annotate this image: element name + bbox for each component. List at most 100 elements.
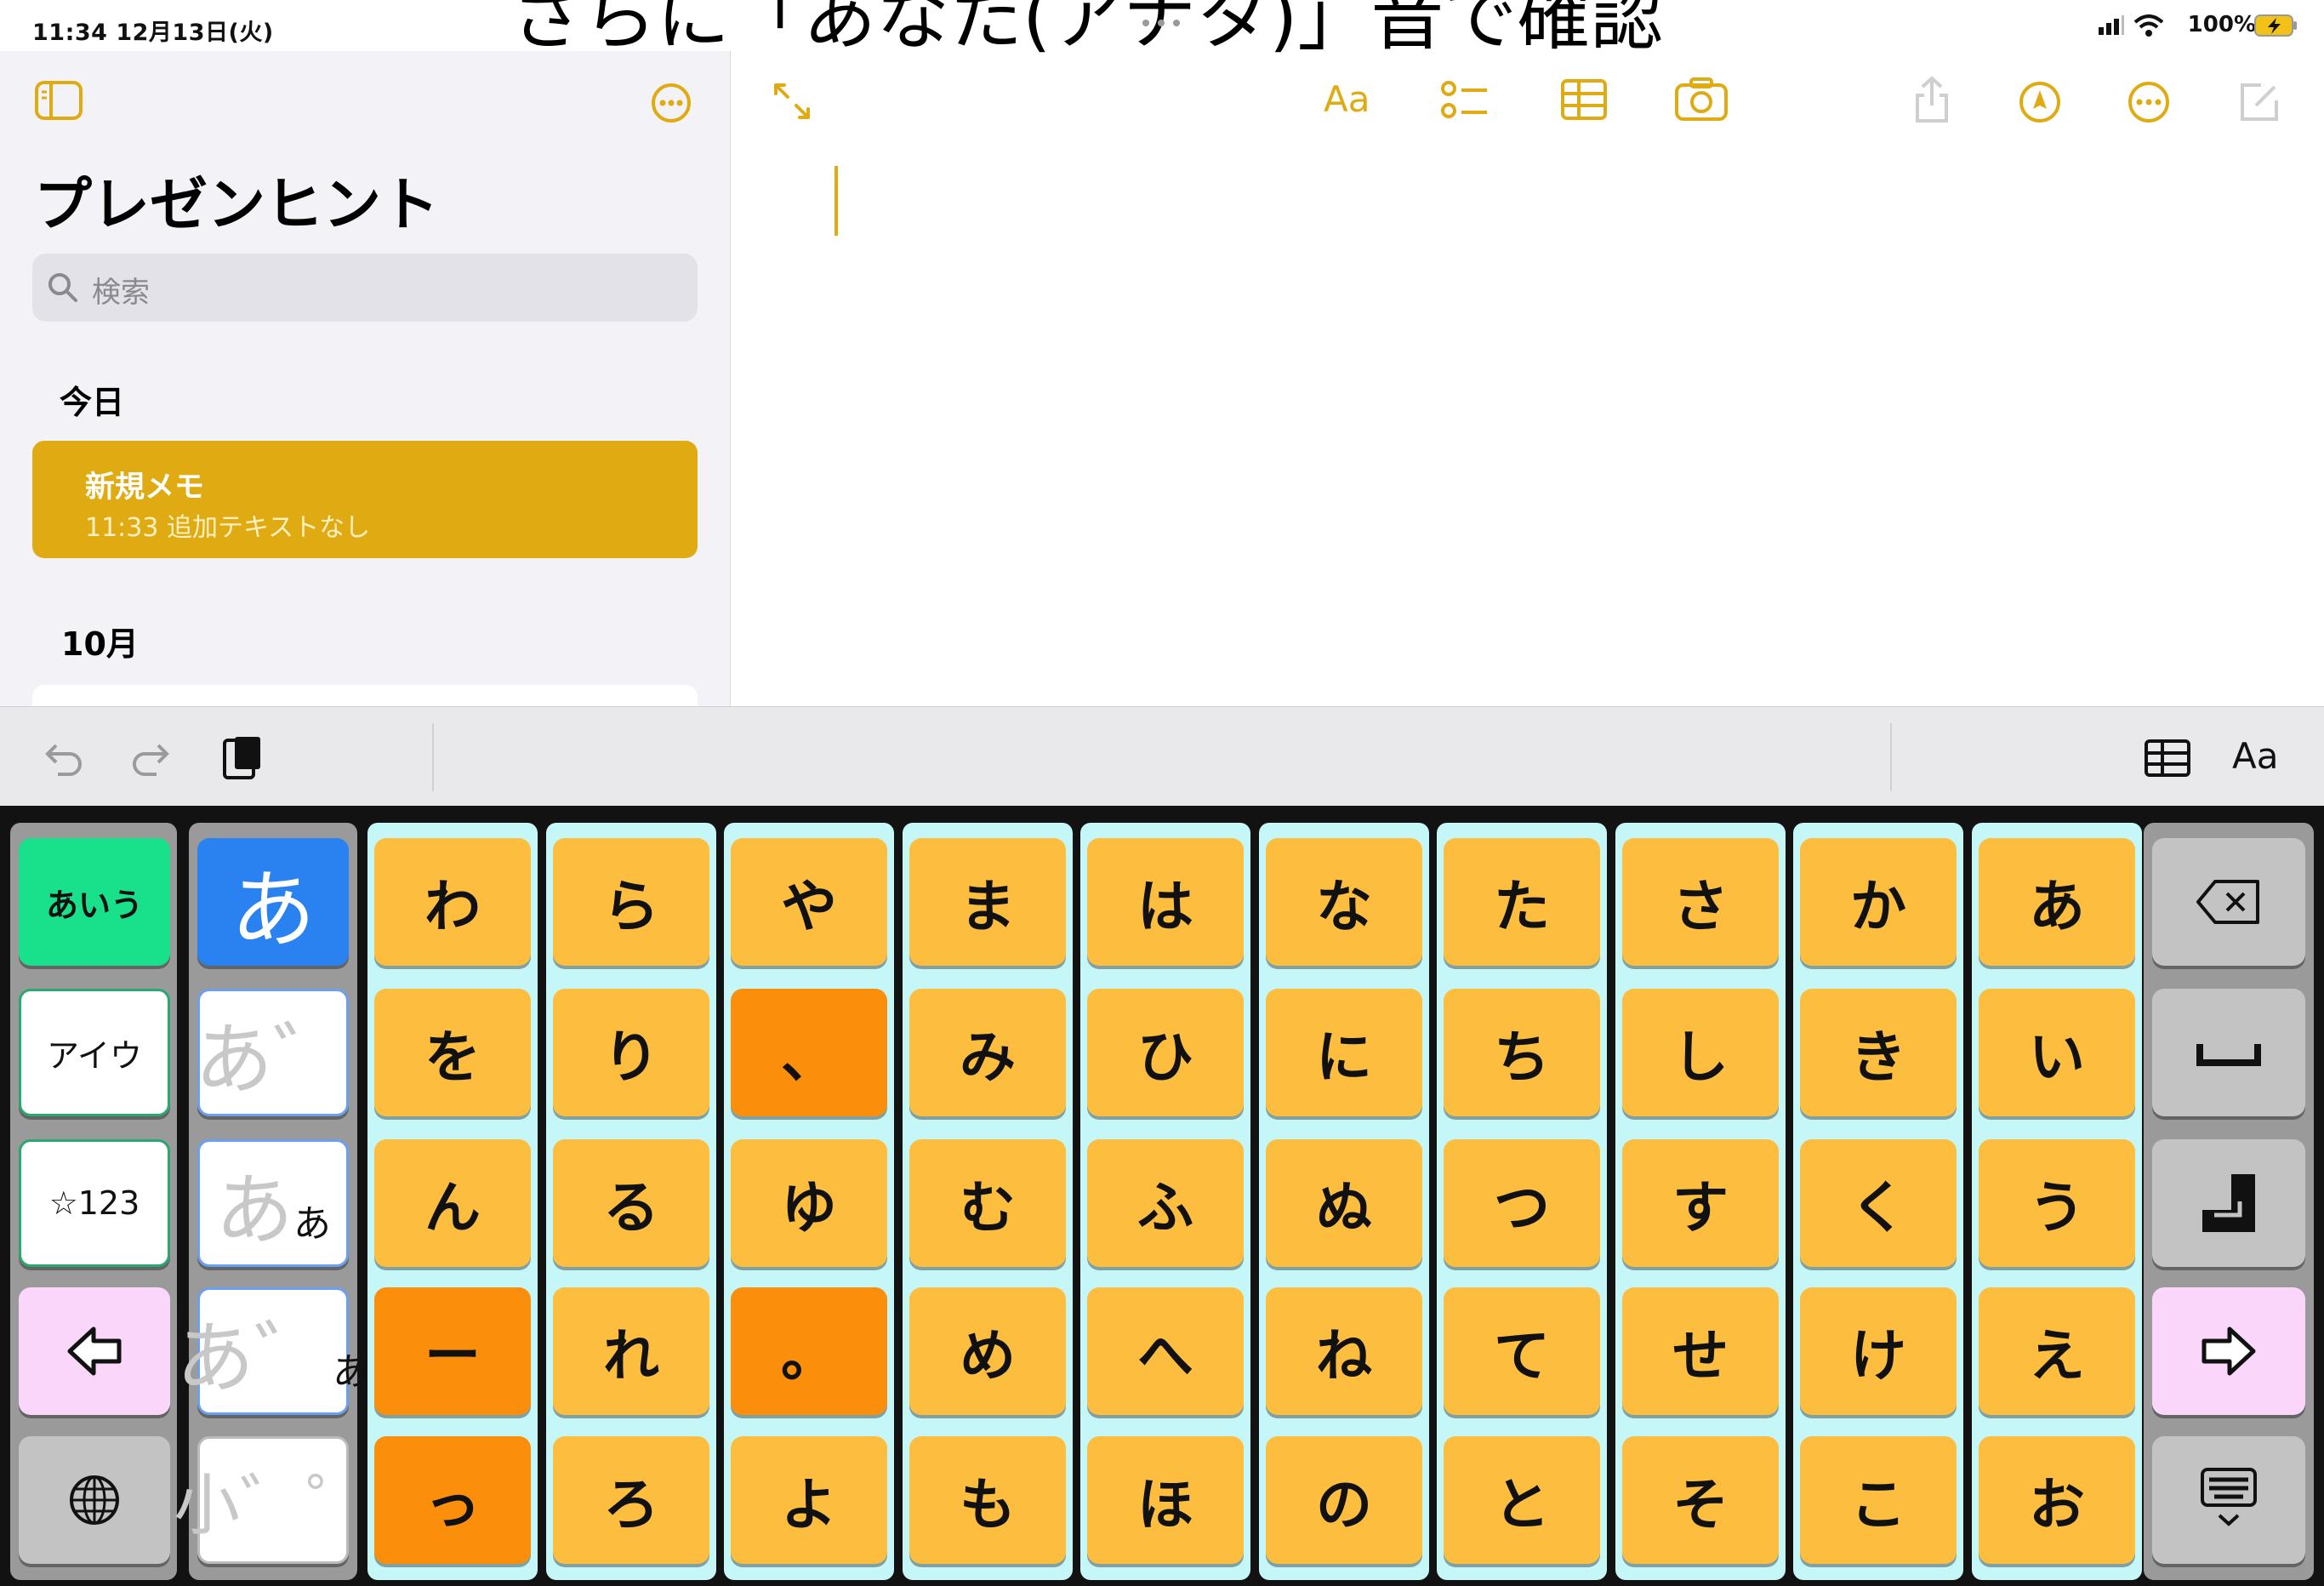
toolbar-divider (432, 723, 434, 791)
kana-key[interactable]: き (1800, 989, 1957, 1116)
symbol-mode-key[interactable]: ☆123 (19, 1139, 170, 1267)
cursor-right-key[interactable] (2152, 1287, 2305, 1415)
kana-key[interactable]: て (1444, 1287, 1600, 1415)
hiragana-mode-key[interactable]: あいう (19, 838, 170, 966)
dakuten-input-key[interactable]: あ゛ (195, 989, 351, 1116)
kana-key[interactable]: な (1266, 838, 1422, 966)
symbol-mode-label: ☆123 (48, 1184, 140, 1222)
kana-key[interactable]: さ (1622, 838, 1779, 966)
globe-key[interactable] (19, 1436, 170, 1564)
kana-key[interactable]: ぬ (1266, 1139, 1422, 1267)
expand-icon[interactable] (771, 80, 813, 123)
kana-key[interactable]: よ (731, 1436, 887, 1564)
kana-key[interactable]: ち (1444, 989, 1600, 1116)
kana-key[interactable]: す (1622, 1139, 1779, 1267)
kana-key[interactable]: っ (374, 1436, 531, 1564)
kana-key[interactable]: ひ (1087, 989, 1244, 1116)
kana-key[interactable]: め (909, 1287, 1066, 1415)
kana-key[interactable]: く (1800, 1139, 1957, 1267)
kana-key-label: れ (603, 1322, 659, 1389)
kana-key[interactable]: ま (909, 838, 1066, 966)
hiragana-input-label: あ (231, 859, 316, 960)
sidebar-more-icon[interactable] (650, 82, 692, 124)
redo-icon[interactable] (128, 739, 170, 776)
kana-key[interactable]: し (1622, 989, 1779, 1116)
kana-key[interactable]: ふ (1087, 1139, 1244, 1267)
kana-key[interactable]: 、 (731, 989, 887, 1116)
undo-icon[interactable] (44, 739, 87, 776)
kana-key[interactable]: ー (374, 1287, 531, 1415)
kana-key[interactable]: け (1800, 1287, 1957, 1415)
small-dakuten-input-key[interactable]: あ゛あ (176, 1287, 370, 1415)
dismiss-keyboard-key[interactable] (2152, 1436, 2305, 1564)
kana-key[interactable]: い (1979, 989, 2135, 1116)
kana-key[interactable]: た (1444, 838, 1600, 966)
kana-key[interactable]: は (1087, 838, 1244, 966)
paste-icon[interactable] (221, 733, 264, 781)
markup-icon[interactable] (2018, 80, 2062, 124)
kana-key[interactable]: と (1444, 1436, 1600, 1564)
table-icon[interactable] (1560, 78, 1608, 121)
kana-key[interactable]: へ (1087, 1287, 1244, 1415)
kana-key[interactable]: に (1266, 989, 1422, 1116)
kana-key[interactable]: あ (1979, 838, 2135, 966)
kana-key[interactable]: ろ (553, 1436, 709, 1564)
kana-key-label: い (2029, 1024, 2085, 1090)
kana-key-label: す (1672, 1174, 1729, 1241)
sidebar-toggle-icon[interactable] (34, 80, 83, 121)
kana-key[interactable]: む (909, 1139, 1066, 1267)
backspace-key[interactable] (2152, 838, 2305, 966)
kana-key-label: ね (1316, 1322, 1372, 1389)
kana-key[interactable]: ね (1266, 1287, 1422, 1415)
kana-key[interactable]: ら (553, 838, 709, 966)
kana-key[interactable]: れ (553, 1287, 709, 1415)
kana-key[interactable]: を (374, 989, 531, 1116)
kana-key[interactable]: こ (1800, 1436, 1957, 1564)
kana-key[interactable]: ん (374, 1139, 531, 1267)
kb-table-icon[interactable] (2144, 739, 2191, 778)
kana-key[interactable]: わ (374, 838, 531, 966)
kana-key-label: ー (424, 1322, 481, 1389)
small-dakuten-toggle-key[interactable]: 小゛゜ (174, 1436, 373, 1564)
kana-key[interactable]: せ (1622, 1287, 1779, 1415)
battery-icon (2254, 14, 2298, 37)
kana-key-label: う (2029, 1174, 2085, 1241)
kana-key[interactable]: る (553, 1139, 709, 1267)
small-kana-input-key[interactable]: ああ (197, 1139, 349, 1267)
space-key[interactable] (2152, 989, 2305, 1116)
return-key[interactable] (2152, 1139, 2305, 1267)
kana-key[interactable]: か (1800, 838, 1957, 966)
kana-key[interactable]: ゆ (731, 1139, 887, 1267)
kana-key[interactable]: や (731, 838, 887, 966)
kana-key-label: ろ (603, 1471, 659, 1538)
kana-key-label: ち (1494, 1024, 1550, 1090)
compose-icon[interactable] (2237, 80, 2281, 124)
kana-key[interactable]: ほ (1087, 1436, 1244, 1564)
folder-title: プレゼンヒント (34, 172, 440, 239)
kana-key[interactable]: そ (1622, 1436, 1779, 1564)
more-icon[interactable] (2127, 80, 2171, 124)
kana-key[interactable]: り (553, 989, 709, 1116)
kana-key[interactable]: う (1979, 1139, 2135, 1267)
kana-key-label: も (960, 1471, 1016, 1538)
share-icon[interactable] (1914, 75, 1950, 124)
kana-key[interactable]: 。 (731, 1287, 887, 1415)
kb-format-button[interactable]: Aa (2232, 735, 2278, 777)
camera-icon[interactable] (1674, 77, 1729, 121)
katakana-mode-key[interactable]: アイウ (19, 989, 170, 1116)
kana-key[interactable]: つ (1444, 1139, 1600, 1267)
cursor-left-key[interactable] (19, 1287, 170, 1415)
globe-icon (70, 1475, 119, 1525)
kana-key-label: か (1850, 873, 1906, 939)
kana-key[interactable]: み (909, 989, 1066, 1116)
kana-key-label: こ (1850, 1471, 1906, 1538)
kana-key[interactable]: お (1979, 1436, 2135, 1564)
kana-key[interactable]: え (1979, 1287, 2135, 1415)
hiragana-input-key[interactable]: あ (197, 838, 349, 966)
return-icon (2202, 1174, 2255, 1232)
kana-key[interactable]: の (1266, 1436, 1422, 1564)
multitasking-dots-icon[interactable] (1140, 17, 1182, 29)
format-button[interactable]: Aa (1324, 78, 1370, 120)
kana-key[interactable]: も (909, 1436, 1066, 1564)
checklist-icon[interactable] (1441, 78, 1489, 123)
